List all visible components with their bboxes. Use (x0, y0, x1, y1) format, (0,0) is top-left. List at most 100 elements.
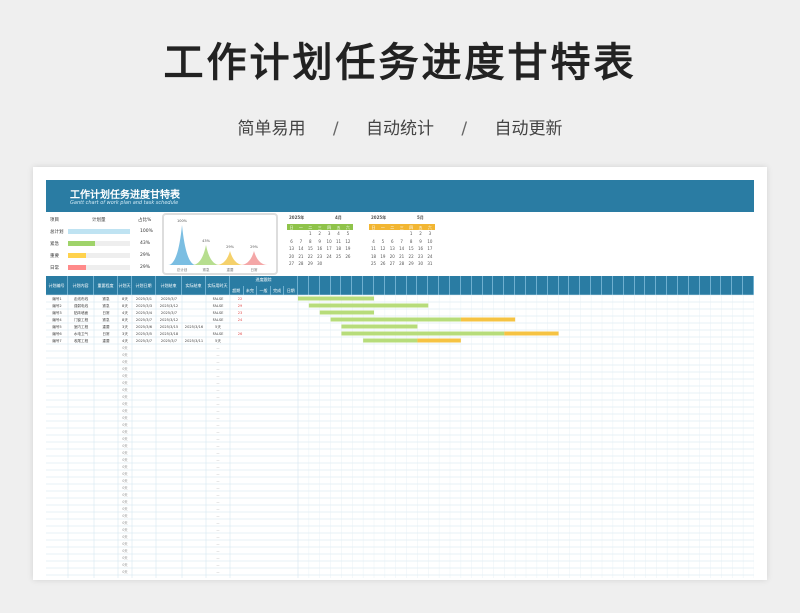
table-cell[interactable]: 4天 (122, 339, 128, 343)
table-cell[interactable]: 编号7 (52, 338, 61, 343)
empty-used-cell[interactable]: — (216, 500, 220, 504)
empty-used-cell[interactable]: — (216, 514, 220, 518)
table-cell[interactable]: 8天 (122, 304, 128, 308)
empty-used-cell[interactable]: — (216, 486, 220, 490)
calendar-day[interactable]: 1 (306, 231, 315, 236)
empty-days-cell[interactable]: 0天 (122, 472, 128, 476)
empty-used-cell[interactable]: — (216, 416, 220, 420)
calendar-day[interactable]: 10 (425, 239, 434, 244)
table-cell[interactable]: FALSE (213, 297, 224, 301)
table-cell[interactable]: 4天 (122, 311, 128, 315)
calendar-day[interactable]: 9 (416, 239, 425, 244)
empty-used-cell[interactable]: — (216, 542, 220, 546)
calendar-day[interactable]: 28 (397, 261, 406, 266)
table-cell[interactable]: 紧急 (102, 317, 110, 322)
calendar-day[interactable]: 15 (407, 246, 416, 251)
calendar-day[interactable]: 5 (343, 231, 352, 236)
empty-days-cell[interactable]: 0天 (122, 388, 128, 392)
calendar-day[interactable]: 20 (287, 254, 296, 259)
empty-days-cell[interactable]: 0天 (122, 367, 128, 371)
empty-days-cell[interactable]: 0天 (122, 360, 128, 364)
table-cell[interactable]: 2025/3/11 (185, 339, 203, 343)
calendar-day[interactable]: 11 (369, 246, 378, 251)
calendar-day[interactable]: 20 (388, 254, 397, 259)
empty-days-cell[interactable]: 0天 (122, 486, 128, 490)
empty-used-cell[interactable]: — (216, 423, 220, 427)
calendar-day[interactable]: 1 (407, 231, 416, 236)
calendar-day[interactable]: 2 (416, 231, 425, 236)
table-cell[interactable]: 5天 (215, 325, 221, 329)
calendar-day[interactable]: 11 (334, 239, 343, 244)
empty-days-cell[interactable]: 0天 (122, 563, 128, 567)
empty-days-cell[interactable]: 0天 (122, 542, 128, 546)
empty-days-cell[interactable]: 0天 (122, 514, 128, 518)
empty-used-cell[interactable]: — (216, 507, 220, 511)
table-cell[interactable]: 日常 (102, 331, 110, 336)
empty-days-cell[interactable]: 0天 (122, 556, 128, 560)
table-cell[interactable]: 门窗工程 (74, 317, 89, 322)
empty-days-cell[interactable]: 0天 (122, 381, 128, 385)
empty-days-cell[interactable]: 0天 (122, 416, 128, 420)
calendar-day[interactable]: 12 (378, 246, 387, 251)
calendar-day[interactable]: 3 (425, 231, 434, 236)
calendar-day[interactable]: 16 (416, 246, 425, 251)
table-cell[interactable]: 2025/3/16 (185, 325, 204, 329)
calendar-day[interactable]: 2 (315, 231, 324, 236)
table-cell[interactable]: 2025/3/6 (136, 325, 153, 329)
calendar-day[interactable]: 23 (315, 254, 324, 259)
empty-days-cell[interactable]: 0天 (122, 500, 128, 504)
table-cell[interactable]: 2025/3/12 (160, 318, 178, 322)
table-cell[interactable]: 编号3 (52, 310, 61, 315)
empty-days-cell[interactable]: 0天 (122, 507, 128, 511)
empty-used-cell[interactable]: — (216, 472, 220, 476)
calendar-day[interactable]: 29 (306, 261, 315, 266)
calendar-day[interactable]: 25 (369, 261, 378, 266)
empty-days-cell[interactable]: 0天 (122, 374, 128, 378)
table-cell[interactable]: 收尾工程 (74, 338, 89, 343)
empty-used-cell[interactable]: — (216, 346, 220, 350)
empty-days-cell[interactable]: 0天 (122, 521, 128, 525)
table-cell[interactable]: 2025/3/4 (136, 311, 153, 315)
empty-used-cell[interactable]: — (216, 437, 220, 441)
table-cell[interactable]: 强弱电线 (74, 303, 89, 308)
empty-used-cell[interactable]: — (216, 479, 220, 483)
calendar-day[interactable]: 14 (397, 246, 406, 251)
calendar-day[interactable]: 4 (369, 239, 378, 244)
table-cell[interactable]: 2025/3/12 (160, 304, 178, 308)
calendar-day[interactable]: 8 (306, 239, 315, 244)
empty-used-cell[interactable]: — (216, 402, 220, 406)
table-cell[interactable]: 编号4 (52, 317, 62, 322)
empty-used-cell[interactable]: — (216, 367, 220, 371)
table-cell[interactable]: 2025/3/5 (136, 332, 152, 336)
calendar-day[interactable]: 17 (425, 246, 434, 251)
empty-used-cell[interactable]: — (216, 458, 220, 462)
calendar-day[interactable]: 31 (425, 261, 434, 266)
empty-days-cell[interactable]: 0天 (122, 535, 128, 539)
calendar-day[interactable]: 10 (325, 239, 334, 244)
calendar-day[interactable]: 24 (325, 254, 334, 259)
calendar-day[interactable]: 12 (343, 239, 352, 244)
calendar-day[interactable]: 14 (296, 246, 305, 251)
empty-days-cell[interactable]: 0天 (122, 409, 128, 413)
table-cell[interactable]: 2025/3/7 (136, 318, 152, 322)
table-cell[interactable]: 贴砖墙面 (74, 310, 89, 315)
empty-days-cell[interactable]: 0天 (122, 430, 128, 434)
empty-used-cell[interactable]: — (216, 451, 220, 455)
calendar-day[interactable]: 4 (334, 231, 343, 236)
calendar-day[interactable]: 6 (388, 239, 397, 244)
empty-used-cell[interactable]: — (216, 493, 220, 497)
calendar-day[interactable]: 29 (407, 261, 416, 266)
empty-used-cell[interactable]: — (216, 549, 220, 553)
table-cell[interactable]: 编号5 (52, 324, 61, 329)
empty-used-cell[interactable]: — (216, 353, 220, 357)
empty-days-cell[interactable]: 0天 (122, 395, 128, 399)
table-cell[interactable]: 2025/3/7 (161, 297, 177, 301)
calendar-day[interactable]: 27 (388, 261, 397, 266)
calendar-day[interactable]: 30 (315, 261, 324, 266)
calendar-day[interactable]: 7 (296, 239, 305, 244)
empty-used-cell[interactable]: — (216, 409, 220, 413)
calendar-day[interactable]: 13 (388, 246, 397, 251)
empty-used-cell[interactable]: — (216, 521, 220, 525)
empty-used-cell[interactable]: — (216, 430, 220, 434)
table-cell[interactable]: 2025/3/15 (160, 325, 178, 329)
